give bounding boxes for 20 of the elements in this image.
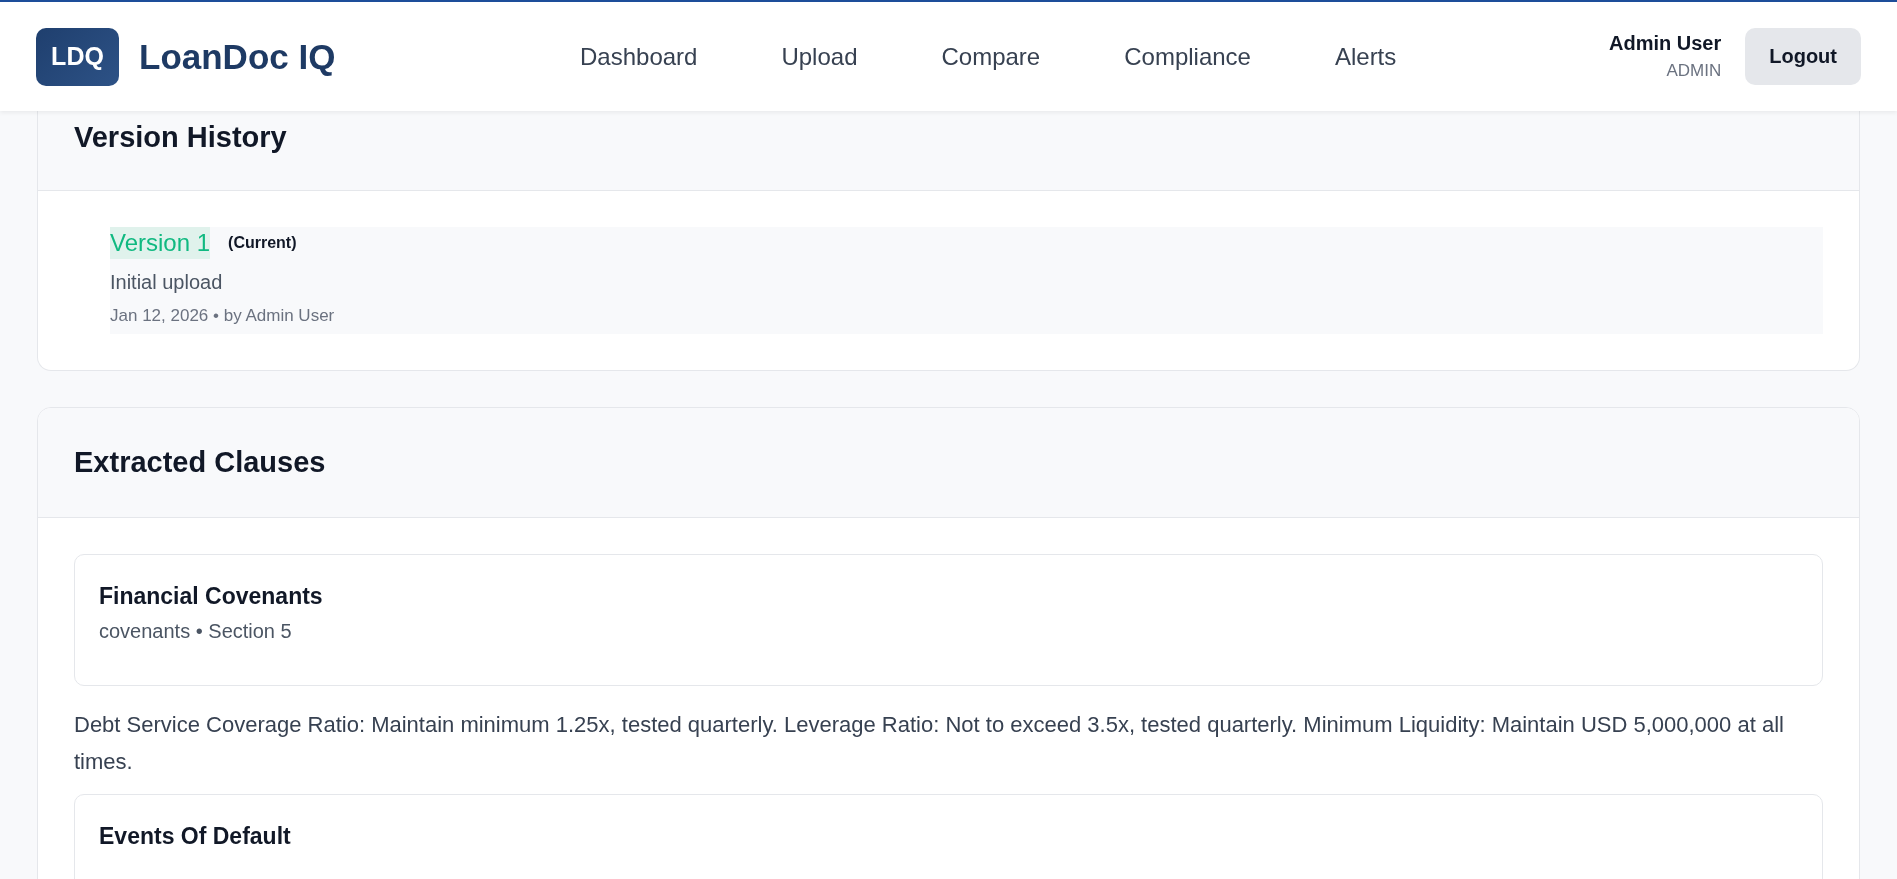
current-tag: (Current) bbox=[228, 234, 297, 252]
nav-link[interactable]: Alerts bbox=[1334, 42, 1397, 71]
nav-link[interactable]: Compliance bbox=[1124, 42, 1251, 71]
user-role: ADMIN bbox=[1666, 61, 1722, 81]
clause-meta: covenants • Section 5 bbox=[99, 620, 293, 643]
version-meta: Jan 12, 2026 • by Admin User bbox=[110, 306, 336, 326]
version-item[interactable]: Version 1 (Current) Initial upload Jan 12, 2026 • by Admin User bbox=[110, 227, 1823, 334]
section-title: Extracted Clauses bbox=[74, 446, 327, 479]
user-name: Admin User bbox=[1609, 32, 1722, 55]
nav-link[interactable]: Upload bbox=[781, 42, 858, 71]
clause-title: Events Of Default bbox=[99, 823, 292, 850]
logout-button[interactable]: Logout bbox=[1745, 28, 1861, 85]
nav-link[interactable]: Compare bbox=[941, 42, 1041, 71]
section-title: Version History bbox=[74, 121, 288, 154]
app-name[interactable]: LoanDoc IQ bbox=[139, 36, 336, 77]
logo-badge[interactable]: LDQ bbox=[36, 27, 119, 86]
nav-link[interactable]: Dashboard bbox=[580, 42, 698, 71]
clause-title: Financial Covenants bbox=[99, 583, 324, 610]
version-note: Initial upload bbox=[110, 271, 224, 294]
clause-text: Debt Service Coverage Ratio: Maintain minimum 1.25x, tested quarterly. Leverage Ratio: Not to exceed 3.5x, tested quarterly. Minimum Liquidity: Maintain USD 5,000,000 at all times. bbox=[74, 711, 1785, 776]
